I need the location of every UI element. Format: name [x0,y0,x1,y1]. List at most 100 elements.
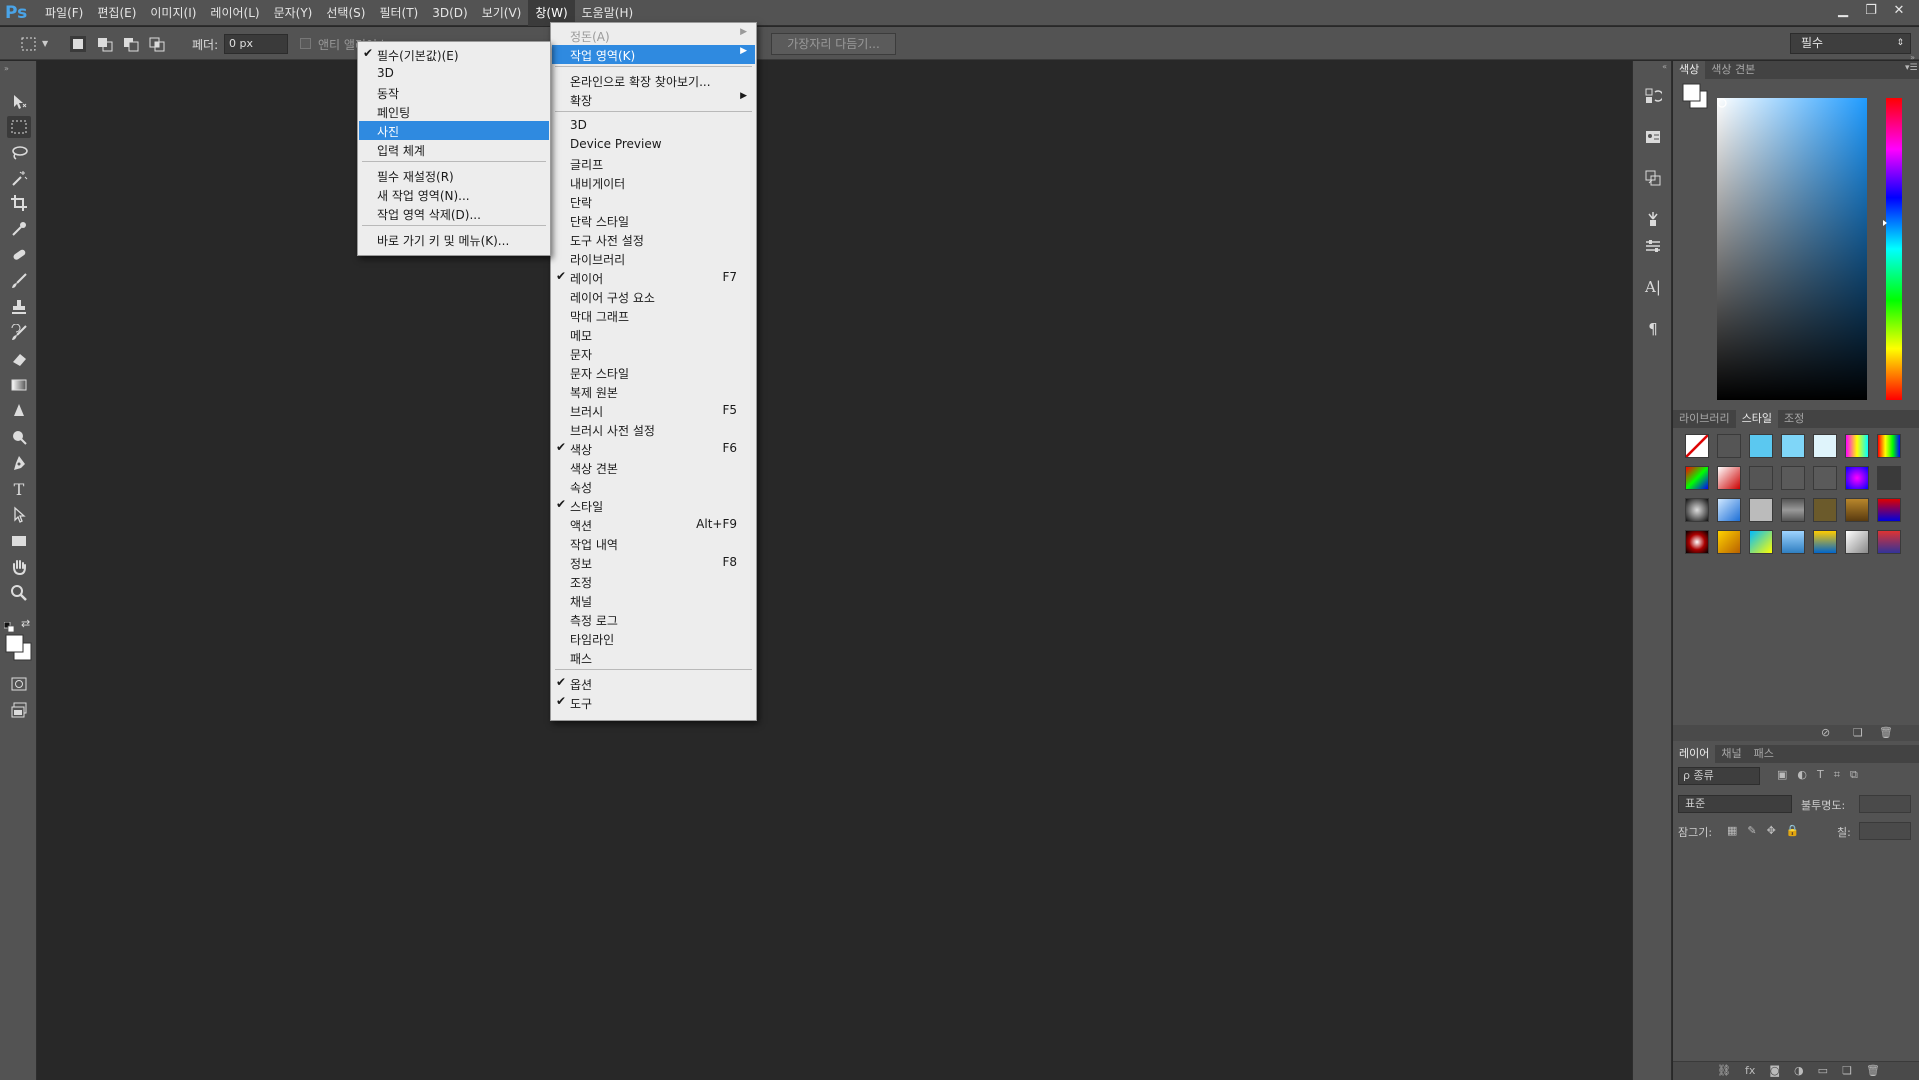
menu-select[interactable]: 선택(S) [319,0,372,26]
window-menu-item[interactable]: 패스 [552,648,755,667]
workspace-menu-item[interactable]: 페인팅 [359,102,549,121]
style-swatch[interactable] [1781,434,1805,458]
window-menu-item[interactable]: 채널 [552,591,755,610]
lasso-tool-icon[interactable] [7,141,31,163]
window-menu-item[interactable]: 온라인으로 확장 찾아보기... [552,71,755,90]
properties-panel-icon[interactable] [1641,125,1665,149]
blur-tool-icon[interactable] [7,400,31,422]
menu-file[interactable]: 파일(F) [38,0,90,26]
layer-effects-icon[interactable]: fx [1745,1064,1755,1077]
tab-libraries[interactable]: 라이브러리 [1673,410,1736,428]
hue-slider[interactable] [1883,98,1905,400]
eyedropper-tool-icon[interactable] [7,218,31,240]
add-mask-icon[interactable]: ◙ [1769,1064,1780,1077]
window-menu-item[interactable]: 조정 [552,572,755,591]
menu-view[interactable]: 보기(V) [475,0,529,26]
window-menu-item[interactable]: 작업 영역(K) ▶ [552,45,755,64]
workspace-menu-item[interactable]: 바로 가기 키 및 메뉴(K)... [359,230,549,249]
workspace-menu-item[interactable]: 동작 [359,83,549,102]
window-menu-item[interactable]: 속성 [552,477,755,496]
foreground-background-swatches[interactable] [4,633,34,661]
window-menu-item[interactable]: 레이어 구성 요소 [552,287,755,306]
lock-transparency-icon[interactable]: ▦ [1727,824,1737,837]
style-swatch[interactable] [1877,498,1901,522]
window-menu-item[interactable]: 문자 스타일 [552,363,755,382]
add-selection-icon[interactable] [96,35,114,53]
brush-presets-panel-icon[interactable] [1641,234,1665,258]
magic-wand-tool-icon[interactable] [7,167,31,189]
style-swatch[interactable] [1717,498,1741,522]
menu-type[interactable]: 문자(Y) [267,0,320,26]
style-swatch[interactable] [1845,434,1869,458]
style-swatch[interactable] [1813,498,1837,522]
lock-position-icon[interactable]: ✥ [1767,824,1776,837]
window-menu-item[interactable]: 막대 그래프 [552,306,755,325]
menu-image[interactable]: 이미지(I) [143,0,203,26]
dodge-tool-icon[interactable] [7,426,31,448]
refine-edge-button[interactable]: 가장자리 다듬기... [771,33,896,55]
style-swatch[interactable] [1813,530,1837,554]
new-layer-icon[interactable]: ❏ [1842,1064,1852,1077]
window-menu-item[interactable]: ✔ 도구 [552,693,755,712]
adjustment-filter-icon[interactable]: ◐ [1797,768,1807,782]
window-menu-item[interactable]: 작업 내역 [552,534,755,553]
tab-paths[interactable]: 패스 [1748,745,1780,763]
new-selection-icon[interactable] [68,35,86,53]
window-menu-item[interactable]: Device Preview [552,135,755,154]
brush-panel-icon[interactable] [1641,207,1665,231]
color-panel-menu-icon[interactable]: ▾☰ [1905,63,1918,73]
window-menu-item[interactable]: ✔ 스타일 [552,496,755,515]
window-menu-item[interactable]: 측정 로그 [552,610,755,629]
menu-3d[interactable]: 3D(D) [425,0,474,26]
window-menu-item[interactable]: 복제 원본 [552,382,755,401]
style-swatch[interactable] [1781,530,1805,554]
style-swatch[interactable] [1749,434,1773,458]
clone-source-panel-icon[interactable] [1641,166,1665,190]
window-menu-item[interactable]: 3D [552,116,755,135]
style-swatch[interactable] [1813,434,1837,458]
workspace-menu-item[interactable]: 새 작업 영역(N)... [359,185,549,204]
window-menu-item[interactable]: 라이브러리 [552,249,755,268]
style-swatch[interactable] [1845,498,1869,522]
color-field[interactable] [1717,98,1867,400]
clear-style-icon[interactable]: ⊘ [1821,726,1830,739]
path-selection-tool-icon[interactable] [7,504,31,526]
tab-color[interactable]: 색상 [1673,61,1706,79]
style-swatch[interactable] [1877,466,1901,490]
workspace-menu-item[interactable]: 3D [359,64,549,83]
type-filter-icon[interactable]: T [1817,768,1824,782]
workspace-menu-item[interactable]: ✔ 필수(기본값)(E) [359,45,549,64]
window-menu-item[interactable]: 단락 스타일 [552,211,755,230]
window-menu-item[interactable]: 브러시 사전 설정 [552,420,755,439]
window-menu-item[interactable]: 문자 [552,344,755,363]
adjustment-layer-icon[interactable]: ◑ [1794,1064,1804,1077]
opacity-input[interactable] [1859,795,1911,813]
antialias-checkbox[interactable] [300,38,311,49]
history-panel-icon[interactable] [1641,84,1665,108]
expand-arrows-icon[interactable]: « [1662,62,1667,71]
window-menu-item[interactable]: 타임라인 [552,629,755,648]
smart-object-filter-icon[interactable]: ⧉ [1850,768,1858,782]
trash-icon[interactable]: 🗑 [1879,726,1893,739]
eraser-tool-icon[interactable] [7,348,31,370]
pixel-filter-icon[interactable]: ▣ [1777,768,1787,782]
new-group-icon[interactable]: ▭ [1818,1064,1828,1077]
window-menu-item[interactable]: 브러시 F5 [552,401,755,420]
window-menu-item[interactable]: 정돈(A) ▶ [552,26,755,45]
collapse-arrows-icon[interactable]: » [4,64,9,73]
shape-filter-icon[interactable]: ⌗ [1834,768,1840,782]
character-panel-icon[interactable]: A| [1641,275,1665,299]
window-menu-item[interactable]: ✔ 레이어 F7 [552,268,755,287]
color-swatches-fg-bg[interactable] [1681,82,1711,112]
style-swatch[interactable] [1685,434,1709,458]
subtract-selection-icon[interactable] [122,35,140,53]
tab-adjustments[interactable]: 조정 [1778,410,1810,428]
tab-swatches[interactable]: 색상 견본 [1705,61,1761,79]
style-swatch[interactable] [1749,498,1773,522]
style-swatch[interactable] [1749,466,1773,490]
workspace-menu-item[interactable]: 입력 체계 [359,140,549,159]
style-swatch[interactable] [1813,466,1837,490]
paragraph-panel-icon[interactable]: ¶ [1641,317,1665,341]
style-swatch[interactable] [1749,530,1773,554]
style-swatch[interactable] [1781,498,1805,522]
